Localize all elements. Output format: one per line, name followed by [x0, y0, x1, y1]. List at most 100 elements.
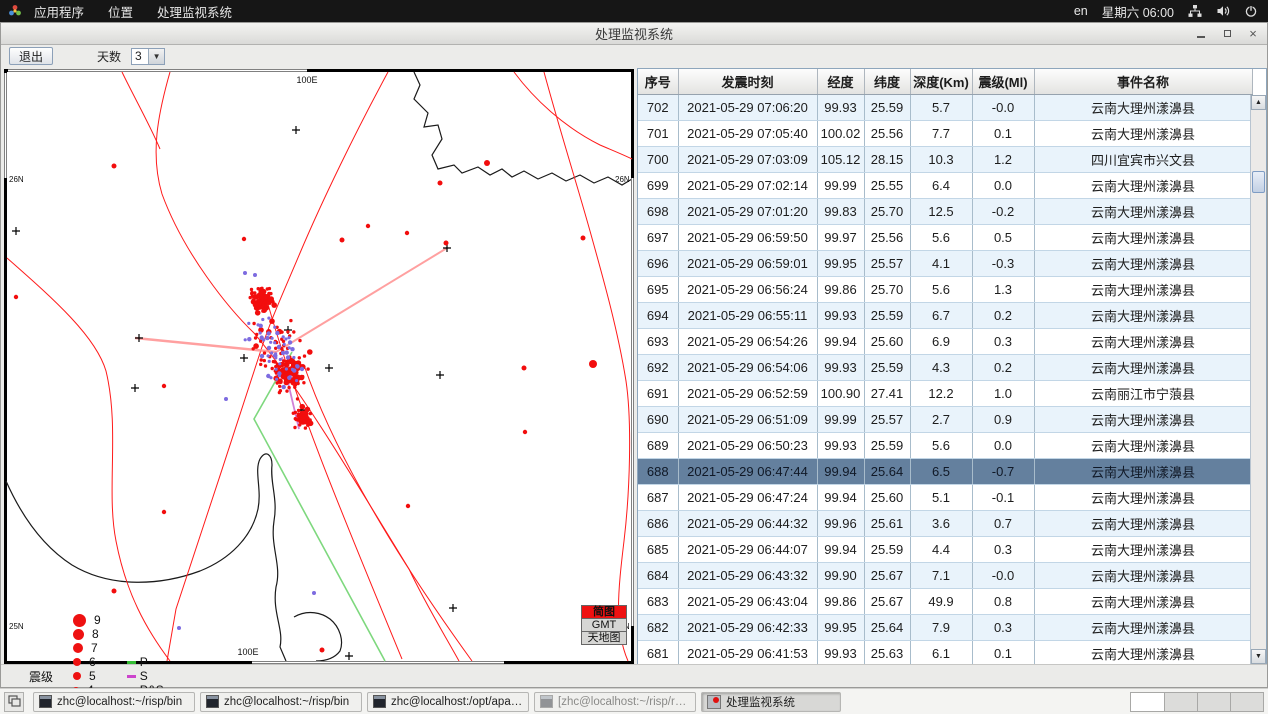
seismic-map[interactable]: 100E 100E 26N 26N 25N 25N [4, 69, 634, 664]
legend-magnitude-item: 9 [73, 613, 101, 627]
event-row[interactable]: 687 2021-05-29 06:47:24 99.94 25.60 5.1 … [638, 484, 1252, 510]
event-row[interactable]: 684 2021-05-29 06:43:32 99.90 25.67 7.1 … [638, 562, 1252, 588]
event-row[interactable]: 697 2021-05-29 06:59:50 99.97 25.56 5.6 … [638, 224, 1252, 250]
cell-longitude: 99.93 [817, 302, 864, 328]
event-row[interactable]: 691 2021-05-29 06:52:59 100.90 27.41 12.… [638, 380, 1252, 406]
cell-origin-time: 2021-05-29 06:43:32 [678, 562, 817, 588]
scrollbar-thumb[interactable] [1252, 171, 1265, 193]
menu-places[interactable]: 位置 [96, 0, 145, 22]
cell-latitude: 25.67 [864, 588, 910, 614]
map-layer-buttons: 简图 GMT 天地图 [581, 606, 627, 645]
cell-event-name: 云南大理州漾濞县 [1034, 224, 1252, 250]
event-row[interactable]: 683 2021-05-29 06:43:04 99.86 25.67 49.9… [638, 588, 1252, 614]
cell-serial: 684 [638, 562, 678, 588]
maximize-button[interactable] [1219, 26, 1235, 42]
cell-latitude: 25.70 [864, 276, 910, 302]
legend-phase-item: S [127, 669, 164, 683]
cell-origin-time: 2021-05-29 07:05:40 [678, 120, 817, 146]
col-depth[interactable]: 深度(Km) [910, 69, 972, 94]
event-row[interactable]: 690 2021-05-29 06:51:09 99.99 25.57 2.7 … [638, 406, 1252, 432]
event-row[interactable]: 686 2021-05-29 06:44:32 99.96 25.61 3.6 … [638, 510, 1252, 536]
volume-icon[interactable] [1216, 4, 1230, 18]
cell-serial: 685 [638, 536, 678, 562]
workspace-switcher[interactable] [1130, 692, 1264, 712]
cell-event-name: 云南大理州漾濞县 [1034, 588, 1252, 614]
phase-lines [135, 248, 447, 661]
event-row[interactable]: 702 2021-05-29 07:06:20 99.93 25.59 5.7 … [638, 94, 1252, 120]
cell-serial: 700 [638, 146, 678, 172]
layer-button-tianditu[interactable]: 天地图 [581, 631, 627, 645]
cell-origin-time: 2021-05-29 06:54:26 [678, 328, 817, 354]
workspace-cell[interactable] [1164, 693, 1197, 711]
chevron-down-icon[interactable]: ▼ [148, 49, 164, 64]
event-row[interactable]: 682 2021-05-29 06:42:33 99.95 25.64 7.9 … [638, 614, 1252, 640]
cell-longitude: 105.12 [817, 146, 864, 172]
cell-event-name: 云南大理州漾濞县 [1034, 562, 1252, 588]
magnitude-dot-icon [73, 629, 84, 640]
menu-applications[interactable]: 应用程序 [22, 0, 96, 22]
scroll-up-button[interactable]: ▲ [1251, 95, 1266, 110]
event-row[interactable]: 701 2021-05-29 07:05:40 100.02 25.56 7.7… [638, 120, 1252, 146]
terminal-icon [373, 695, 386, 708]
taskbar-button[interactable]: zhc@localhost:~/risp/bin [33, 692, 195, 712]
power-icon[interactable] [1244, 4, 1258, 18]
event-row[interactable]: 693 2021-05-29 06:54:26 99.94 25.60 6.9 … [638, 328, 1252, 354]
exit-button[interactable]: 退出 [9, 47, 53, 65]
titlebar[interactable]: 处理监视系统 × [1, 23, 1267, 45]
col-serial[interactable]: 序号 [638, 69, 678, 94]
layer-button-sketch[interactable]: 简图 [581, 605, 627, 619]
col-magnitude[interactable]: 震级(Ml) [972, 69, 1034, 94]
legend-magnitude-item: 5 [73, 669, 101, 683]
window-list-icon[interactable] [4, 692, 24, 712]
cell-magnitude: 1.3 [972, 276, 1034, 302]
event-row[interactable]: 696 2021-05-29 06:59:01 99.95 25.57 4.1 … [638, 250, 1252, 276]
vertical-scrollbar[interactable]: ▲ ▼ [1250, 95, 1266, 664]
event-row[interactable]: 700 2021-05-29 07:03:09 105.12 28.15 10.… [638, 146, 1252, 172]
map-panel[interactable]: 100E 100E 26N 26N 25N 25N 简图 GMT 天地图 [1, 68, 637, 665]
cell-longitude: 99.99 [817, 172, 864, 198]
taskbar-button[interactable]: zhc@localhost:~/risp/bin [200, 692, 362, 712]
layer-button-gmt[interactable]: GMT [581, 618, 627, 632]
cell-magnitude: 1.0 [972, 380, 1034, 406]
event-row[interactable]: 681 2021-05-29 06:41:53 99.93 25.63 6.1 … [638, 640, 1252, 665]
workspace-cell[interactable] [1230, 693, 1263, 711]
cell-depth: 49.9 [910, 588, 972, 614]
col-origin-time[interactable]: 发震时刻 [678, 69, 817, 94]
menu-current-app[interactable]: 处理监视系统 [145, 0, 244, 22]
event-row[interactable]: 688 2021-05-29 06:47:44 99.94 25.64 6.5 … [638, 458, 1252, 484]
taskbar-button[interactable]: 处理监视系统 [701, 692, 841, 712]
terminal-icon [206, 695, 219, 708]
workspace-cell[interactable] [1131, 693, 1164, 711]
close-button[interactable]: × [1245, 26, 1261, 42]
scroll-down-button[interactable]: ▼ [1251, 649, 1266, 664]
cell-longitude: 99.93 [817, 354, 864, 380]
col-event-name[interactable]: 事件名称 [1034, 69, 1252, 94]
desktop-top-panel: 应用程序 位置 处理监视系统 en 星期六 06:00 [0, 0, 1268, 22]
minimize-button[interactable] [1193, 26, 1209, 42]
event-row[interactable]: 694 2021-05-29 06:55:11 99.93 25.59 6.7 … [638, 302, 1252, 328]
taskbar-button[interactable]: [zhc@localhost:~/risp/reds_view] [534, 692, 696, 712]
cell-depth: 7.7 [910, 120, 972, 146]
clock[interactable]: 星期六 06:00 [1102, 2, 1174, 21]
taskbar-button[interactable]: zhc@localhost:/opt/apache-activem… [367, 692, 529, 712]
station-markers [12, 126, 457, 660]
event-row[interactable]: 699 2021-05-29 07:02:14 99.99 25.55 6.4 … [638, 172, 1252, 198]
event-row[interactable]: 689 2021-05-29 06:50:23 99.93 25.59 5.6 … [638, 432, 1252, 458]
main-content: 100E 100E 26N 26N 25N 25N 简图 GMT 天地图 [1, 68, 1267, 665]
keyboard-layout-indicator[interactable]: en [1074, 4, 1088, 18]
event-row[interactable]: 698 2021-05-29 07:01:20 99.83 25.70 12.5… [638, 198, 1252, 224]
legend-magnitude-item: 8 [73, 627, 101, 641]
cell-depth: 7.9 [910, 614, 972, 640]
days-combobox[interactable]: 3 ▼ [131, 48, 165, 65]
network-icon[interactable] [1188, 4, 1202, 18]
cell-magnitude: 0.8 [972, 588, 1034, 614]
cell-latitude: 25.59 [864, 432, 910, 458]
cell-event-name: 云南大理州漾濞县 [1034, 484, 1252, 510]
event-row[interactable]: 685 2021-05-29 06:44:07 99.94 25.59 4.4 … [638, 536, 1252, 562]
event-row[interactable]: 695 2021-05-29 06:56:24 99.86 25.70 5.6 … [638, 276, 1252, 302]
col-longitude[interactable]: 经度 [817, 69, 864, 94]
col-latitude[interactable]: 纬度 [864, 69, 910, 94]
lon-label-top: 100E [296, 75, 317, 85]
event-row[interactable]: 692 2021-05-29 06:54:06 99.93 25.59 4.3 … [638, 354, 1252, 380]
workspace-cell[interactable] [1197, 693, 1230, 711]
